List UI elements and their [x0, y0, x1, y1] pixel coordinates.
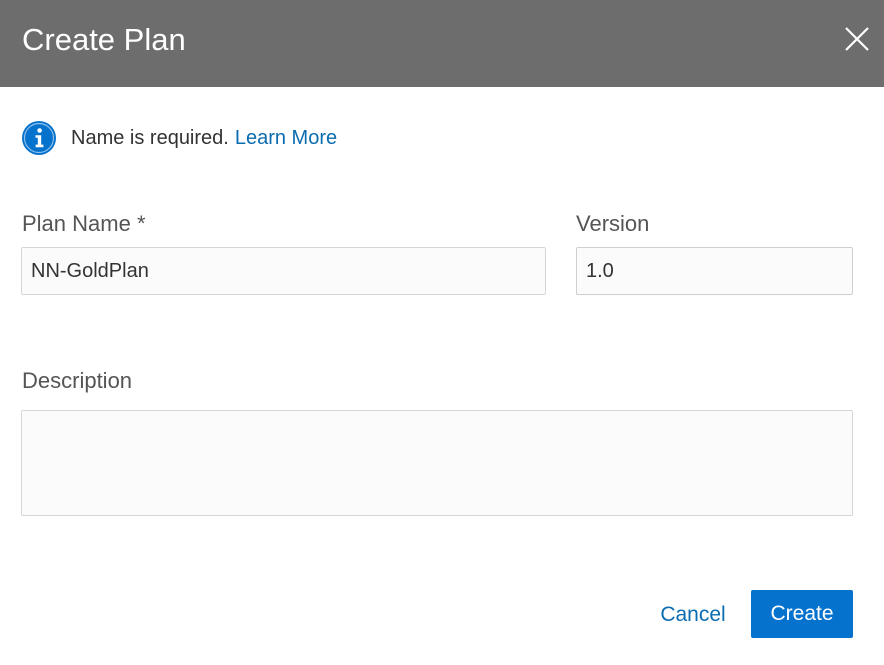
info-text: Name is required. [71, 126, 229, 149]
info-icon [22, 121, 56, 155]
plan-name-input[interactable] [21, 247, 546, 295]
close-button[interactable] [844, 26, 870, 52]
version-input[interactable] [576, 247, 853, 295]
close-icon [845, 27, 869, 51]
description-textarea[interactable] [21, 410, 853, 516]
learn-more-link[interactable]: Learn More [235, 127, 337, 150]
plan-name-label: Plan Name * [22, 211, 146, 236]
dialog-header: Create Plan [0, 0, 884, 87]
create-plan-dialog: Create Plan Name is required. Learn More… [0, 0, 884, 665]
cancel-button[interactable]: Cancel [645, 597, 741, 633]
description-label: Description [22, 368, 133, 393]
info-message: Name is required. Learn More [21, 120, 337, 156]
dialog-title: Create Plan [22, 22, 186, 57]
create-button[interactable]: Create [751, 590, 853, 638]
version-label: Version [576, 211, 650, 236]
